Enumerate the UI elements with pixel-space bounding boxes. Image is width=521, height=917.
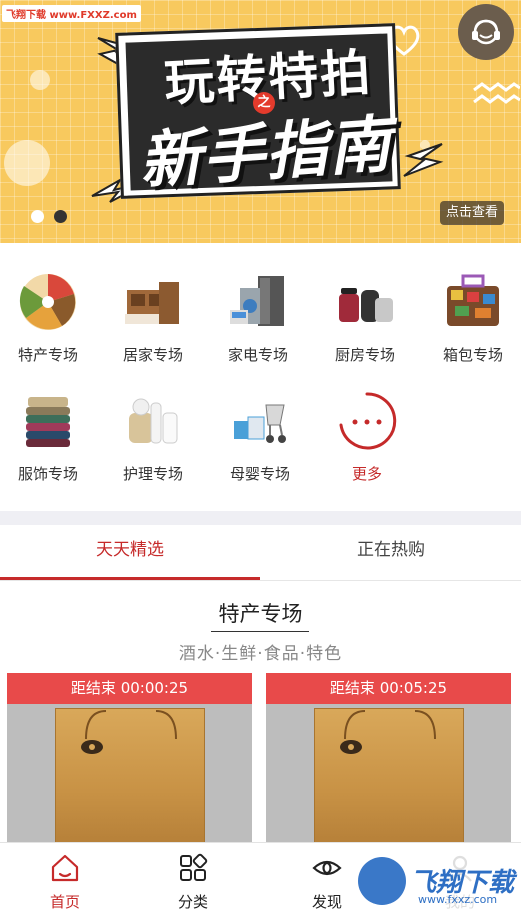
watermark-label: 飞翔下载 www.FXXZ.com xyxy=(2,5,141,22)
box-handle-icon xyxy=(344,710,436,739)
carousel-indicator xyxy=(31,210,67,223)
more-icon xyxy=(339,392,397,450)
watermark-logo-icon xyxy=(358,857,406,905)
view-details-button[interactable]: 点击查看 xyxy=(440,201,505,225)
app-screen: 玩转特拍 之 新手指南 飞翔下载 www.FXXZ.com 点击查看 特产专场 … xyxy=(0,0,521,917)
product-image xyxy=(7,704,252,843)
category-label: 箱包专场 xyxy=(442,346,503,364)
category-more[interactable]: 更多 xyxy=(319,391,415,501)
decor-circle xyxy=(30,70,50,90)
nav-label: 首页 xyxy=(49,893,80,911)
category-kitchen[interactable]: 厨房专场 xyxy=(317,272,413,382)
category-specialty[interactable]: 特产专场 xyxy=(0,272,96,382)
countdown-timer: 距结束 00:00:25 xyxy=(7,673,252,704)
category-luggage[interactable]: 箱包专场 xyxy=(425,272,521,382)
clothing-icon xyxy=(26,397,70,447)
box-handle-icon xyxy=(85,710,177,739)
care-icon xyxy=(129,398,178,444)
category-appliance[interactable]: 家电专场 xyxy=(210,272,306,382)
eye-icon xyxy=(312,860,342,876)
product-card[interactable]: 距结束 00:00:25 xyxy=(7,673,252,843)
category-label: 居家专场 xyxy=(122,346,183,364)
wave-lines-icon xyxy=(473,82,520,104)
carousel-dot-active[interactable] xyxy=(54,210,67,223)
category-grid-icon xyxy=(180,853,208,881)
specialty-food-icon xyxy=(19,274,76,330)
luggage-icon xyxy=(447,274,499,326)
baby-icon xyxy=(234,404,286,443)
section-subtitle: 酒水·生鲜·食品·特色 xyxy=(178,644,343,664)
headset-icon xyxy=(472,19,500,45)
category-care[interactable]: 护理专场 xyxy=(105,391,201,501)
gift-box-image xyxy=(314,708,464,843)
category-label: 母婴专场 xyxy=(229,465,290,483)
tab-bar: 天天精选 正在热购 xyxy=(0,525,521,581)
carousel-dot[interactable] xyxy=(31,210,44,223)
category-clothing[interactable]: 服饰专场 xyxy=(0,391,96,501)
nav-category[interactable]: 分类 xyxy=(128,843,258,917)
tab-daily-picks[interactable]: 天天精选 xyxy=(0,525,260,581)
watermark-url: www.fxxz.com xyxy=(418,893,498,906)
product-image xyxy=(266,704,511,843)
nav-label: 分类 xyxy=(177,893,208,911)
category-baby[interactable]: 母婴专场 xyxy=(212,391,308,501)
promo-banner[interactable]: 玩转特拍 之 新手指南 飞翔下载 www.FXXZ.com 点击查看 xyxy=(0,0,521,243)
box-emblem-icon xyxy=(81,740,103,754)
furniture-icon xyxy=(125,282,179,324)
countdown-timer: 距结束 00:05:25 xyxy=(266,673,511,704)
decor-circle xyxy=(4,140,50,186)
box-emblem-icon xyxy=(340,740,362,754)
tab-hot-sales[interactable]: 正在热购 xyxy=(261,525,521,581)
nav-home[interactable]: 首页 xyxy=(0,843,130,917)
category-home[interactable]: 居家专场 xyxy=(105,272,201,382)
category-label: 特产专场 xyxy=(17,346,78,364)
category-label: 服饰专场 xyxy=(17,465,78,483)
category-label: 更多 xyxy=(351,465,382,483)
appliance-icon xyxy=(230,276,284,326)
product-card[interactable]: 距结束 00:05:25 xyxy=(266,673,511,843)
kitchen-icon xyxy=(339,288,393,322)
category-label: 厨房专场 xyxy=(334,346,395,364)
section-title-underline xyxy=(211,631,309,632)
section-divider xyxy=(0,511,521,525)
category-label: 家电专场 xyxy=(227,346,288,364)
gift-box-image xyxy=(55,708,205,843)
customer-service-button[interactable] xyxy=(458,4,514,60)
section-title: 特产专场 xyxy=(218,602,303,626)
category-label: 护理专场 xyxy=(122,465,183,483)
home-icon xyxy=(51,854,79,882)
